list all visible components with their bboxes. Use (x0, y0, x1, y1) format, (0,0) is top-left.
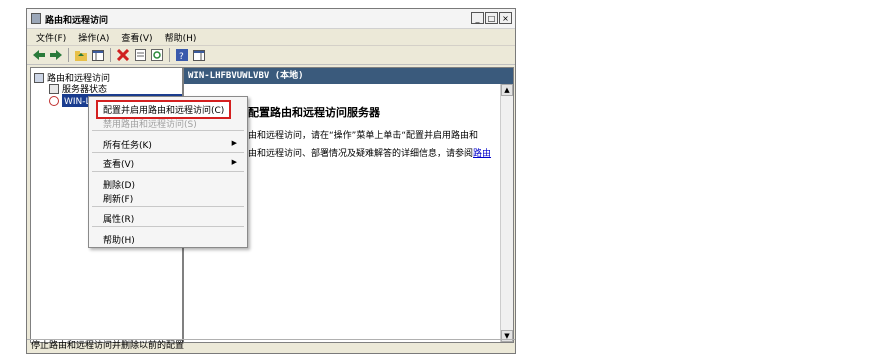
pane-header: WIN-LHFBVUWLVBV (本地) (184, 68, 513, 84)
window-title: 路由和远程访问 (45, 16, 109, 26)
up-folder-icon[interactable] (74, 48, 88, 62)
server-icon (31, 13, 41, 24)
forward-arrow-icon[interactable] (49, 48, 63, 62)
pane-text-line2-wrap: 由和远程访问、部署情况及疑难解答的详细信息，请参阅路由 (248, 146, 491, 159)
menu-help[interactable]: 帮助(H) (160, 31, 202, 44)
server-stopped-icon (49, 95, 59, 106)
toolbar-separator (110, 48, 111, 62)
help-link[interactable]: 路由 (473, 149, 491, 159)
submenu-arrow-icon: ▶ (231, 158, 237, 166)
menu-separator (92, 152, 244, 153)
back-arrow-icon[interactable] (32, 48, 46, 62)
status-list-icon (49, 83, 59, 94)
properties-icon[interactable] (133, 48, 147, 62)
show-hide-icon[interactable] (192, 48, 206, 62)
menu-all-tasks-label: 所有任务(K) (103, 141, 152, 151)
console-tree-icon[interactable] (91, 48, 105, 62)
menu-all-tasks[interactable]: 所有任务(K) ▶ (103, 138, 243, 151)
submenu-arrow-icon: ▶ (231, 139, 237, 147)
menu-refresh[interactable]: 刷新(F) (103, 192, 133, 205)
toolbar-separator (169, 48, 170, 62)
close-button[interactable]: × (499, 12, 512, 24)
menu-action[interactable]: 操作(A) (73, 31, 114, 44)
delete-icon[interactable] (116, 48, 130, 62)
vertical-scrollbar[interactable]: ▲ ▼ (500, 84, 513, 342)
toolbar-separator (68, 48, 69, 62)
pane-text-line1: 由和远程访问，请在“操作”菜单上单击“配置并启用路由和 (248, 131, 478, 141)
menu-separator (92, 206, 244, 207)
menu-file[interactable]: 文件(F) (31, 31, 71, 44)
menu-view[interactable]: 查看(V) (116, 31, 157, 44)
menu-help[interactable]: 帮助(H) (103, 233, 135, 246)
maximize-button[interactable]: □ (485, 12, 498, 24)
title-bar: 路由和远程访问 _ □ × (27, 9, 515, 29)
toolbar: ? (27, 46, 515, 65)
window-controls: _ □ × (471, 12, 512, 24)
context-menu: 配置并启用路由和远程访问(C) 禁用路由和远程访问(S) 所有任务(K) ▶ 查… (88, 96, 248, 248)
minimize-button[interactable]: _ (471, 12, 484, 24)
menu-separator (92, 130, 244, 131)
status-bar: 停止路由和远程访问并删除以前的配置 (27, 339, 515, 353)
menu-disable: 禁用路由和远程访问(S) (103, 120, 197, 130)
menu-delete[interactable]: 删除(D) (103, 178, 135, 191)
menu-properties[interactable]: 属性(R) (103, 212, 134, 225)
help-icon[interactable]: ? (175, 48, 189, 62)
scroll-up-icon[interactable]: ▲ (501, 84, 513, 96)
menu-bar: 文件(F) 操作(A) 查看(V) 帮助(H) (27, 29, 515, 46)
pane-text-line2: 由和远程访问、部署情况及疑难解答的详细信息，请参阅 (248, 149, 474, 159)
menu-view-label: 查看(V) (103, 160, 135, 170)
menu-view[interactable]: 查看(V) ▶ (103, 157, 243, 170)
computer-icon (34, 72, 44, 83)
refresh-icon[interactable] (150, 48, 164, 62)
menu-separator (92, 226, 244, 227)
menu-separator (92, 171, 244, 172)
pane-heading: 配置路由和远程访问服务器 (248, 106, 380, 119)
svg-text:?: ? (179, 52, 184, 61)
